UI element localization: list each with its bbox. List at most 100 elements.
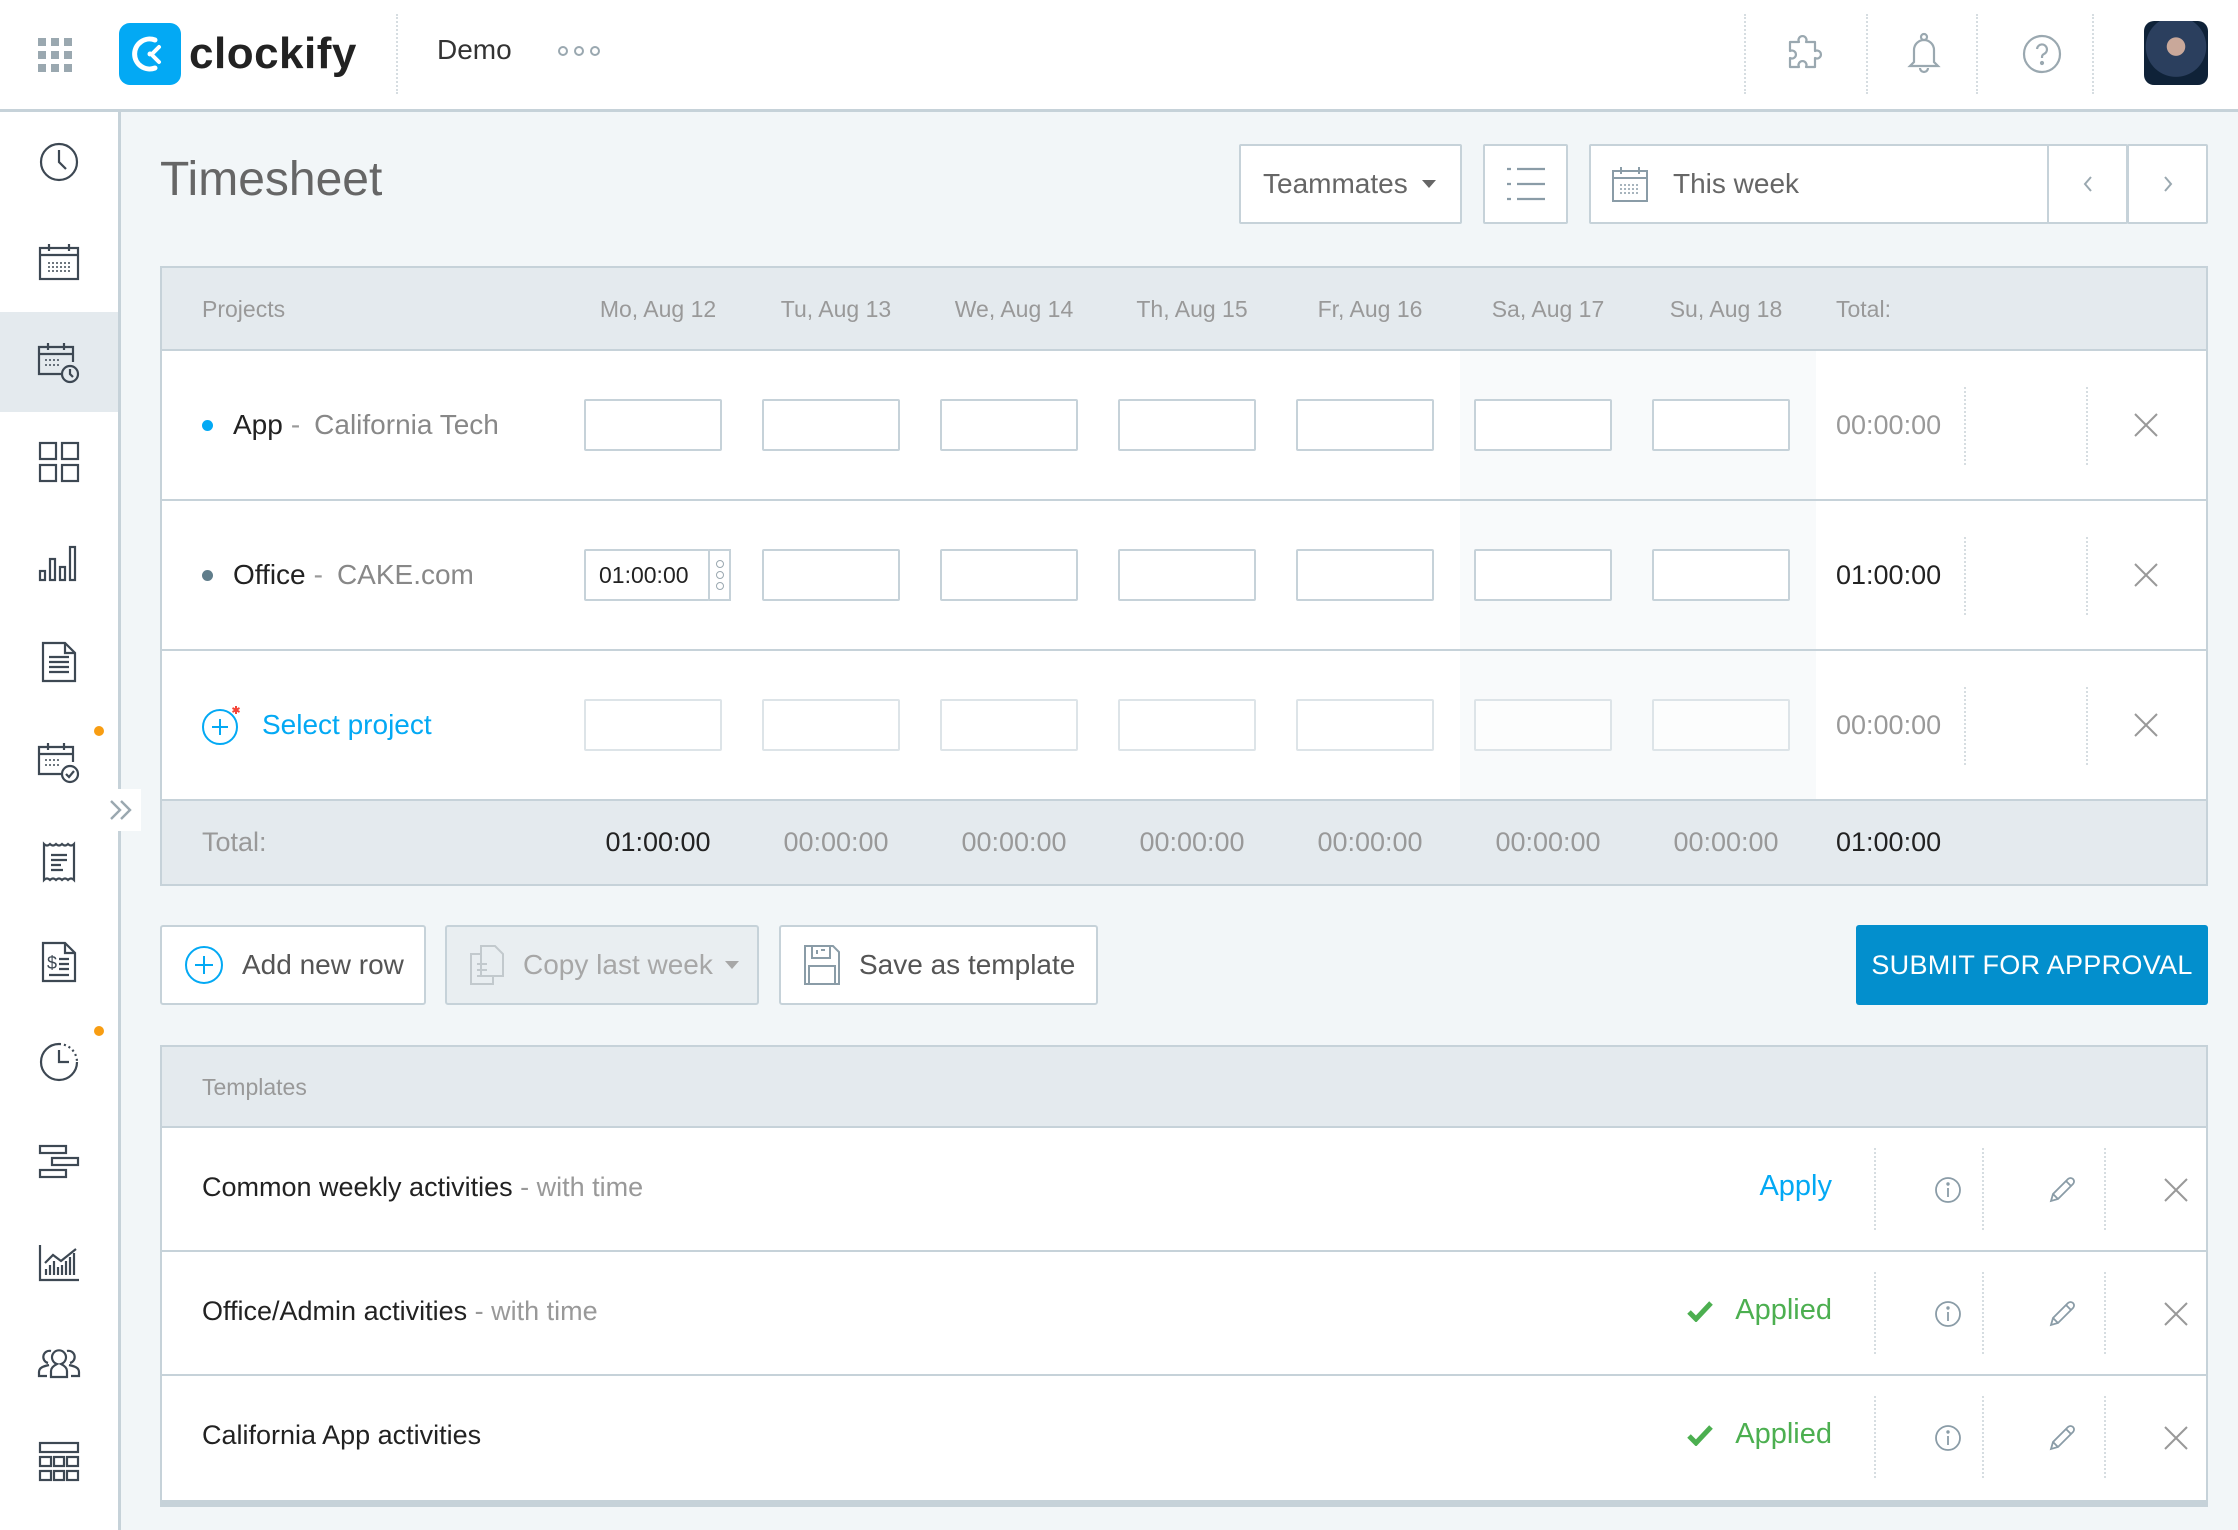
apply-template-button[interactable]: Apply bbox=[1759, 1170, 1832, 1203]
sidebar-item-time-off[interactable] bbox=[0, 1012, 118, 1112]
clockify-logo-icon bbox=[119, 23, 181, 85]
entry-options-button[interactable] bbox=[709, 549, 731, 601]
day-column-header: Fr, Aug 16 bbox=[1317, 296, 1423, 322]
copy-last-week-button[interactable]: Copy last week bbox=[445, 925, 759, 1005]
sidebar-item-timesheet[interactable] bbox=[0, 312, 118, 412]
save-as-template-button[interactable]: Save as template bbox=[779, 925, 1098, 1005]
project-separator: - bbox=[313, 559, 323, 590]
sidebar-item-schedule[interactable] bbox=[0, 1112, 118, 1212]
integrations-puzzle-icon[interactable] bbox=[1774, 24, 1834, 84]
info-icon bbox=[1935, 1425, 1961, 1451]
column-divider bbox=[1982, 1396, 1984, 1478]
previous-week-button[interactable] bbox=[2047, 144, 2128, 224]
total-column-header: Total: bbox=[1836, 296, 1891, 322]
sidebar-item-projects[interactable] bbox=[0, 612, 118, 712]
sidebar-item-team[interactable] bbox=[0, 1312, 118, 1412]
time-entry-input[interactable] bbox=[1652, 549, 1790, 601]
add-new-row-button[interactable]: Add new row bbox=[160, 925, 426, 1005]
time-entry-input[interactable] bbox=[762, 399, 900, 451]
header-divider bbox=[1744, 14, 1746, 94]
timesheet-totals-row: Total: 01:00:00 00:00:00 00:00:00 00:00:… bbox=[162, 801, 2206, 884]
template-suffix: - with time bbox=[512, 1172, 644, 1202]
submit-for-approval-button[interactable]: SUBMIT FOR APPROVAL bbox=[1856, 925, 2208, 1005]
time-entry-input[interactable] bbox=[940, 699, 1078, 751]
time-entry-input[interactable] bbox=[1296, 699, 1434, 751]
delete-row-button[interactable] bbox=[2124, 703, 2168, 747]
time-entry-input[interactable] bbox=[1118, 549, 1256, 601]
template-name: Common weekly activities - with time bbox=[202, 1172, 643, 1203]
sidebar-item-reports[interactable] bbox=[0, 512, 118, 612]
timesheet-row: App - California Tech 00:00:00 bbox=[162, 351, 2206, 501]
top-header: clockify Demo bbox=[0, 0, 2238, 112]
column-divider bbox=[2104, 1148, 2106, 1230]
time-entry-input[interactable] bbox=[1652, 699, 1790, 751]
day-column-header: Su, Aug 18 bbox=[1669, 296, 1783, 322]
day-total: 01:00:00 bbox=[605, 827, 711, 857]
time-entry-input[interactable] bbox=[940, 549, 1078, 601]
clockify-logo[interactable]: clockify bbox=[119, 23, 357, 85]
time-entry-input[interactable] bbox=[762, 549, 900, 601]
project-color-dot bbox=[202, 419, 213, 431]
date-range-label: This week bbox=[1673, 168, 1800, 199]
time-entry-input[interactable] bbox=[584, 699, 722, 751]
sidebar-item-kiosk[interactable] bbox=[0, 1412, 118, 1512]
time-entry-input[interactable] bbox=[1652, 399, 1790, 451]
project-color-dot bbox=[202, 569, 213, 581]
copy-document-icon bbox=[470, 945, 504, 985]
grand-total: 01:00:00 bbox=[1836, 827, 1942, 857]
project-label[interactable]: App - California Tech bbox=[202, 351, 499, 499]
user-avatar[interactable] bbox=[2144, 21, 2208, 85]
notifications-bell-icon[interactable] bbox=[1894, 24, 1954, 84]
template-row: Common weekly activities - with time App… bbox=[162, 1128, 2206, 1252]
page-title: Timesheet bbox=[160, 153, 383, 206]
dotted-clock-icon bbox=[39, 1042, 79, 1082]
column-divider bbox=[1874, 1396, 1876, 1478]
help-question-icon[interactable] bbox=[2012, 24, 2072, 84]
delete-template-button[interactable] bbox=[2154, 1292, 2198, 1336]
time-entry-input[interactable] bbox=[1474, 399, 1612, 451]
workspace-name[interactable]: Demo bbox=[437, 34, 512, 66]
logo-text: clockify bbox=[189, 29, 357, 78]
time-entry-input[interactable] bbox=[1118, 699, 1256, 751]
date-range-picker[interactable]: This week bbox=[1589, 144, 2049, 224]
time-entry-input[interactable] bbox=[584, 549, 710, 601]
next-week-button[interactable] bbox=[2127, 144, 2208, 224]
time-entry-input[interactable] bbox=[1474, 549, 1612, 601]
info-icon bbox=[1935, 1177, 1961, 1203]
sidebar-item-invoices[interactable]: $ bbox=[0, 912, 118, 1012]
template-applied-status: Applied bbox=[1687, 1418, 1832, 1451]
sidebar-item-time-tracker[interactable] bbox=[0, 112, 118, 212]
more-options-icon[interactable] bbox=[558, 46, 600, 56]
template-info-button[interactable] bbox=[1926, 1292, 1970, 1336]
delete-template-button[interactable] bbox=[2154, 1168, 2198, 1212]
list-view-button[interactable] bbox=[1483, 144, 1568, 224]
column-divider bbox=[1982, 1272, 1984, 1354]
select-project-button[interactable]: Select project bbox=[202, 651, 432, 799]
template-suffix: - with time bbox=[467, 1296, 598, 1326]
sidebar-item-analytics[interactable] bbox=[0, 1212, 118, 1312]
edit-template-button[interactable] bbox=[2040, 1416, 2084, 1460]
time-entry-input[interactable] bbox=[1118, 399, 1256, 451]
template-info-button[interactable] bbox=[1926, 1416, 1970, 1460]
time-entry-input[interactable] bbox=[762, 699, 900, 751]
apps-grid-icon[interactable] bbox=[38, 38, 72, 72]
time-entry-input[interactable] bbox=[1296, 399, 1434, 451]
chevron-right-icon bbox=[2163, 176, 2172, 192]
sidebar-item-dashboard[interactable] bbox=[0, 412, 118, 512]
sidebar-item-calendar[interactable] bbox=[0, 212, 118, 312]
project-label[interactable]: Office - CAKE.com bbox=[202, 501, 474, 649]
edit-template-button[interactable] bbox=[2040, 1292, 2084, 1336]
delete-row-button[interactable] bbox=[2124, 553, 2168, 597]
time-entry-input[interactable] bbox=[940, 399, 1078, 451]
time-entry-input[interactable] bbox=[1296, 549, 1434, 601]
delete-template-button[interactable] bbox=[2154, 1416, 2198, 1460]
chevron-left-icon bbox=[2083, 176, 2092, 192]
edit-template-button[interactable] bbox=[2040, 1168, 2084, 1212]
pencil-icon bbox=[2049, 1425, 2075, 1451]
teammates-dropdown[interactable]: Teammates bbox=[1239, 144, 1462, 224]
time-entry-input[interactable] bbox=[1474, 699, 1612, 751]
time-entry-input[interactable] bbox=[584, 399, 722, 451]
delete-row-button[interactable] bbox=[2124, 403, 2168, 447]
template-info-button[interactable] bbox=[1926, 1168, 1970, 1212]
sidebar-expand-button[interactable] bbox=[100, 789, 141, 831]
